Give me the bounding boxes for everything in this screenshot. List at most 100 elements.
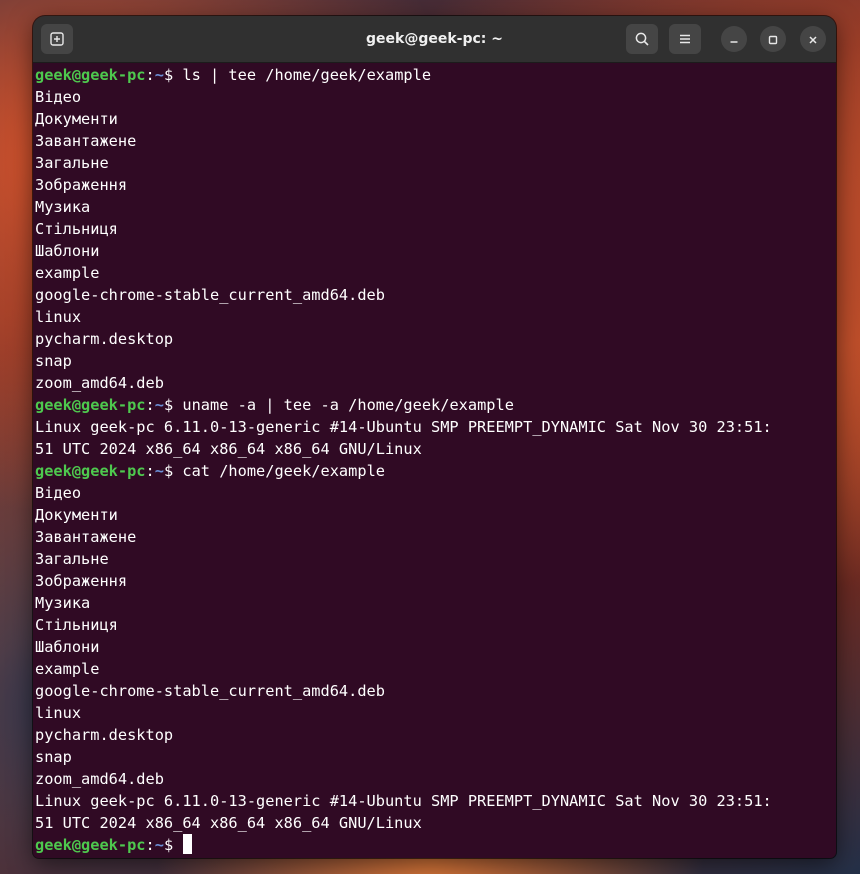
output-line: Загальне: [35, 548, 836, 570]
output-text: linux: [35, 704, 82, 722]
output-line: zoom_amd64.deb: [35, 372, 836, 394]
output-text: 51 UTC 2024 x86_64 x86_64 x86_64 GNU/Lin…: [35, 440, 422, 458]
prompt-dollar: $: [163, 462, 183, 480]
search-button[interactable]: [626, 24, 658, 54]
output-text: Відео: [35, 88, 82, 106]
output-text: snap: [35, 352, 72, 370]
new-tab-button[interactable]: [41, 24, 73, 54]
command-text: uname -a | tee -a /home/geek/example: [182, 396, 514, 414]
prompt-colon: :: [145, 836, 155, 854]
prompt-path: ~: [154, 836, 164, 854]
output-text: Шаблони: [35, 242, 100, 260]
output-line: Завантажене: [35, 130, 836, 152]
output-line: google-chrome-stable_current_amd64.deb: [35, 680, 836, 702]
command-text: cat /home/geek/example: [182, 462, 385, 480]
output-text: Стільниця: [35, 220, 118, 238]
output-line: Шаблони: [35, 636, 836, 658]
output-line: Linux geek-pc 6.11.0-13-generic #14-Ubun…: [35, 790, 836, 812]
output-line: example: [35, 262, 836, 284]
output-line: Музика: [35, 592, 836, 614]
title-bar[interactable]: geek@geek-pc: ~: [33, 16, 836, 63]
output-text: Документи: [35, 110, 118, 128]
menu-button[interactable]: [669, 24, 701, 54]
output-line: Зображення: [35, 174, 836, 196]
prompt-colon: :: [145, 396, 155, 414]
output-line: Linux geek-pc 6.11.0-13-generic #14-Ubun…: [35, 416, 836, 438]
prompt-user-host: geek@geek-pc: [35, 396, 146, 414]
output-text: Linux geek-pc 6.11.0-13-generic #14-Ubun…: [35, 792, 772, 810]
maximize-icon: [768, 30, 778, 49]
output-text: Зображення: [35, 572, 128, 590]
output-text: pycharm.desktop: [35, 726, 174, 744]
command-text: ls | tee /home/geek/example: [182, 66, 432, 84]
output-line: Стільниця: [35, 218, 836, 240]
output-line: Завантажене: [35, 526, 836, 548]
close-icon: [808, 30, 818, 49]
output-line: Відео: [35, 86, 836, 108]
terminal-window: geek@geek-pc: ~ geek@geek-pc:~$ ls | tee…: [33, 16, 836, 858]
prompt-user-host: geek@geek-pc: [35, 66, 146, 84]
output-text: example: [35, 264, 100, 282]
output-line: snap: [35, 350, 836, 372]
prompt-line: geek@geek-pc:~$ cat /home/geek/example: [35, 460, 836, 482]
output-text: Загальне: [35, 154, 109, 172]
output-line: Музика: [35, 196, 836, 218]
prompt-line: geek@geek-pc:~$: [35, 834, 836, 856]
search-icon: [634, 31, 650, 47]
output-line: 51 UTC 2024 x86_64 x86_64 x86_64 GNU/Lin…: [35, 438, 836, 460]
prompt-path: ~: [154, 396, 164, 414]
output-line: Документи: [35, 108, 836, 130]
output-line: snap: [35, 746, 836, 768]
prompt-user-host: geek@geek-pc: [35, 462, 146, 480]
output-text: linux: [35, 308, 82, 326]
prompt-colon: :: [145, 66, 155, 84]
output-line: example: [35, 658, 836, 680]
output-text: 51 UTC 2024 x86_64 x86_64 x86_64 GNU/Lin…: [35, 814, 422, 832]
output-text: Стільниця: [35, 616, 118, 634]
prompt-path: ~: [154, 462, 164, 480]
output-line: Зображення: [35, 570, 836, 592]
minimize-icon: [729, 30, 739, 49]
minimize-button[interactable]: [721, 26, 747, 52]
prompt-path: ~: [154, 66, 164, 84]
output-text: Linux geek-pc 6.11.0-13-generic #14-Ubun…: [35, 418, 772, 436]
output-text: zoom_amd64.deb: [35, 374, 164, 392]
output-line: Документи: [35, 504, 836, 526]
output-text: Завантажене: [35, 528, 137, 546]
text-cursor: [183, 834, 193, 854]
output-text: Загальне: [35, 550, 109, 568]
output-text: Зображення: [35, 176, 128, 194]
output-line: zoom_amd64.deb: [35, 768, 836, 790]
close-button[interactable]: [800, 26, 826, 52]
output-line: Стільниця: [35, 614, 836, 636]
window-title: geek@geek-pc: ~: [366, 31, 503, 47]
output-line: Шаблони: [35, 240, 836, 262]
output-line: 51 UTC 2024 x86_64 x86_64 x86_64 GNU/Lin…: [35, 812, 836, 834]
output-text: Завантажене: [35, 132, 137, 150]
output-text: Шаблони: [35, 638, 100, 656]
output-text: Документи: [35, 506, 118, 524]
output-line: pycharm.desktop: [35, 328, 836, 350]
output-text: Музика: [35, 198, 91, 216]
prompt-dollar: $: [163, 836, 183, 854]
output-line: Відео: [35, 482, 836, 504]
prompt-colon: :: [145, 462, 155, 480]
prompt-line: geek@geek-pc:~$ ls | tee /home/geek/exam…: [35, 64, 836, 86]
output-line: pycharm.desktop: [35, 724, 836, 746]
output-line: Загальне: [35, 152, 836, 174]
output-text: google-chrome-stable_current_amd64.deb: [35, 682, 385, 700]
output-text: snap: [35, 748, 72, 766]
output-text: example: [35, 660, 100, 678]
hamburger-menu-icon: [678, 32, 692, 46]
output-text: zoom_amd64.deb: [35, 770, 164, 788]
output-text: pycharm.desktop: [35, 330, 174, 348]
output-text: Відео: [35, 484, 82, 502]
prompt-dollar: $: [163, 66, 183, 84]
output-line: linux: [35, 702, 836, 724]
maximize-button[interactable]: [760, 26, 786, 52]
output-line: linux: [35, 306, 836, 328]
prompt-user-host: geek@geek-pc: [35, 836, 146, 854]
terminal-output[interactable]: geek@geek-pc:~$ ls | tee /home/geek/exam…: [35, 64, 836, 858]
prompt-dollar: $: [163, 396, 183, 414]
output-text: Музика: [35, 594, 91, 612]
